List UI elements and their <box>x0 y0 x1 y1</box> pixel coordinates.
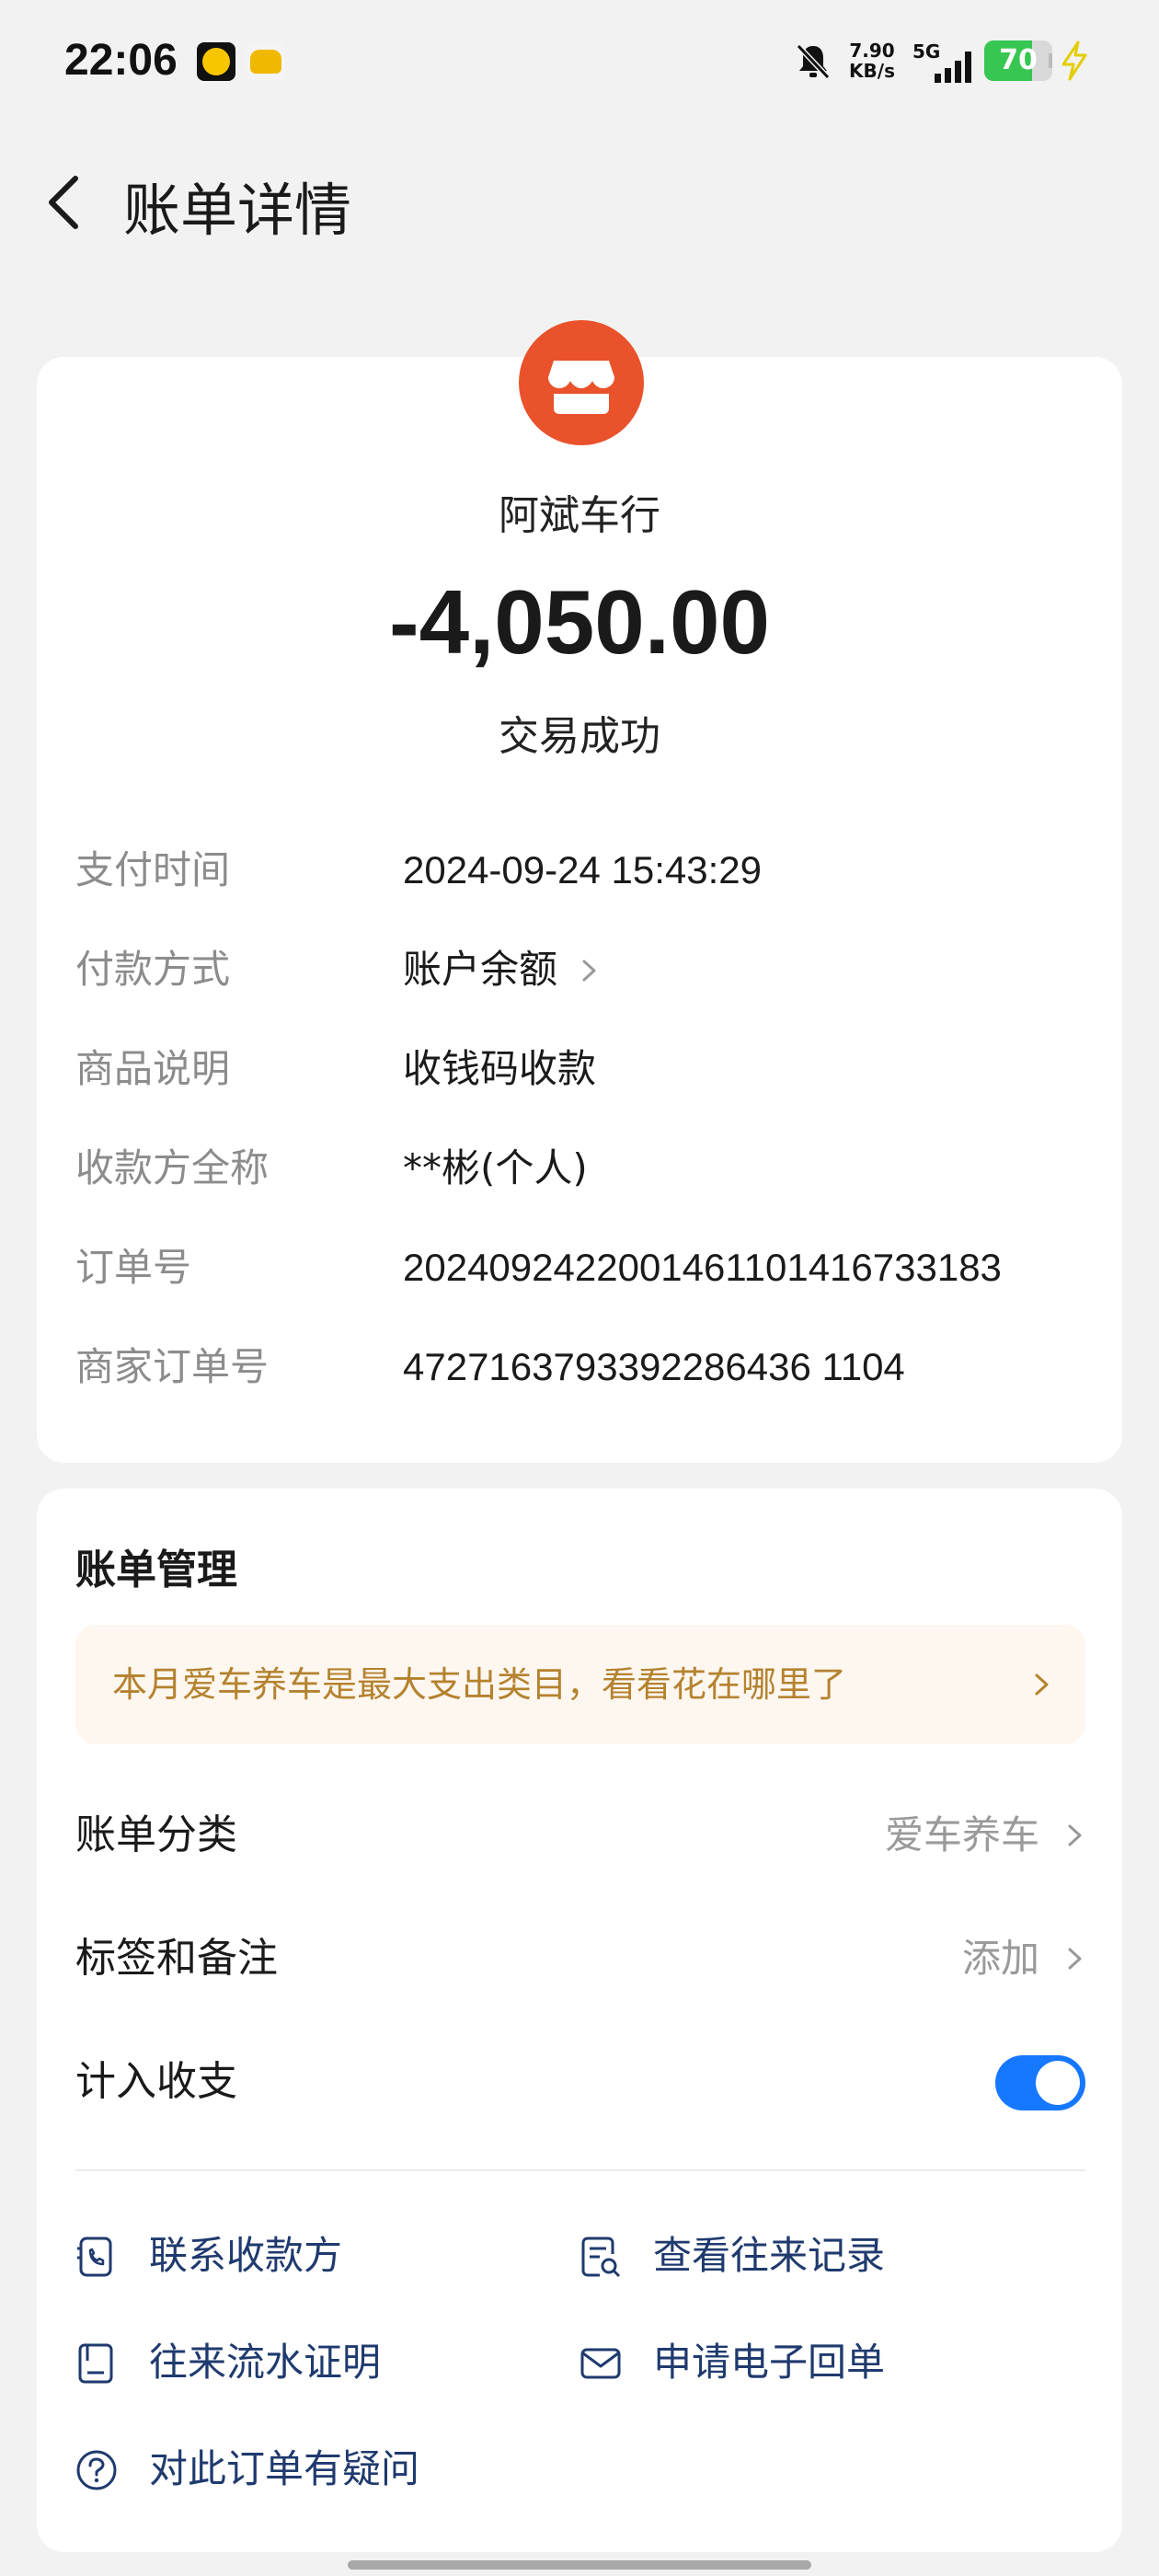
tags-add-value: 添加 <box>961 1936 1039 1981</box>
detail-label: 订单号 <box>75 1245 192 1290</box>
back-button[interactable] <box>33 166 107 239</box>
action-label: 联系收款方 <box>149 2233 343 2278</box>
detail-value: 账户余额 <box>403 947 558 992</box>
detail-label: 商品说明 <box>75 1046 231 1091</box>
chevron-right-icon <box>582 960 596 982</box>
status-bar: 22:06 7.90 KB/s 5G 70 <box>0 0 1159 129</box>
detail-row-merchant-order-number: 商家订单号 4727163793392286436 1104 <box>75 1330 1087 1404</box>
toggle-knob <box>1036 2061 1080 2105</box>
bill-management-card: 账单管理 本月爱车养车是最大支出类目，看看花在哪里了 账单分类 爱车养车 标签和… <box>37 1489 1122 2552</box>
include-in-stats-row: 计入收支 <box>75 2031 1085 2133</box>
electronic-receipt-button[interactable]: 申请电子回单 <box>580 2326 1021 2399</box>
phone-icon <box>77 2237 112 2277</box>
network-speed-value: 7.90 <box>849 40 895 62</box>
action-label: 申请电子回单 <box>653 2340 886 2385</box>
order-question-button[interactable]: 对此订单有疑问 <box>75 2432 591 2506</box>
battery-icon: 70 <box>984 40 1052 81</box>
network-speed: 7.90 KB/s <box>844 40 900 81</box>
tags-notes-row[interactable]: 标签和备注 添加 <box>75 1908 1085 2009</box>
transaction-status: 交易成功 <box>499 713 660 760</box>
battery-level: 70 <box>999 44 1038 76</box>
question-icon <box>76 2450 117 2490</box>
detail-label: 付款方式 <box>75 947 231 992</box>
home-indicator[interactable] <box>348 2560 811 2570</box>
detail-row-item-description: 商品说明 收钱码收款 <box>75 1032 1087 1106</box>
store-icon-glyph <box>548 361 614 414</box>
spending-insight-banner[interactable]: 本月爱车养车是最大支出类目，看看花在哪里了 <box>75 1625 1085 1744</box>
app-notification-icon-2 <box>247 42 285 81</box>
section-title: 账单管理 <box>75 1547 237 1593</box>
bill-summary-card: 阿斌车行 -4,050.00 交易成功 支付时间 2024-09-24 15:4… <box>37 320 1122 1463</box>
transaction-amount: -4,050.00 <box>388 571 771 673</box>
status-time: 22:06 <box>64 36 178 85</box>
detail-value: 4727163793392286436 1104 <box>403 1345 905 1388</box>
include-in-stats-toggle[interactable] <box>995 2055 1085 2110</box>
chevron-right-icon <box>1068 1948 1082 1970</box>
store-icon <box>519 320 644 445</box>
detail-row-payment-method[interactable]: 付款方式 账户余额 <box>75 933 1087 1006</box>
detail-row-payee-name: 收款方全称 **彬(个人) <box>75 1132 1087 1205</box>
setting-label: 标签和备注 <box>75 1935 278 1982</box>
detail-value: 2024-09-24 15:43:29 <box>403 848 762 891</box>
bill-category-row[interactable]: 账单分类 爱车养车 <box>75 1785 1085 1886</box>
statement-proof-button[interactable]: 往来流水证明 <box>75 2326 517 2399</box>
network-speed-unit: KB/s <box>849 60 895 82</box>
detail-label: 支付时间 <box>75 847 231 892</box>
bell-muted-icon <box>796 43 831 80</box>
detail-row-pay-time: 支付时间 2024-09-24 15:43:29 <box>75 834 1087 907</box>
detail-value: 2024092422001461101416733183 <box>403 1246 1002 1289</box>
bill-category-value: 爱车养车 <box>884 1812 1039 1857</box>
view-records-button[interactable]: 查看往来记录 <box>580 2219 1021 2293</box>
merchant-name: 阿斌车行 <box>499 492 660 539</box>
banner-text: 本月爱车养车是最大支出类目，看看花在哪里了 <box>112 1664 847 1705</box>
detail-label: 收款方全称 <box>75 1145 270 1190</box>
setting-label: 计入收支 <box>75 2058 237 2105</box>
app-notification-icon <box>197 42 235 81</box>
document-search-icon <box>581 2237 621 2278</box>
action-label: 对此订单有疑问 <box>149 2446 420 2491</box>
signal-icon <box>935 52 971 83</box>
action-label: 往来流水证明 <box>149 2340 382 2385</box>
chevron-right-icon <box>1068 1824 1082 1846</box>
action-label: 查看往来记录 <box>653 2233 886 2278</box>
detail-value: **彬(个人) <box>403 1145 588 1190</box>
envelope-icon <box>580 2348 621 2379</box>
page-title: 账单详情 <box>123 177 352 244</box>
divider <box>75 2169 1085 2171</box>
document-icon <box>78 2343 113 2384</box>
charging-icon <box>1061 40 1087 81</box>
detail-row-order-number: 订单号 2024092422001461101416733183 <box>75 1231 1087 1305</box>
header: 账单详情 <box>0 129 1159 276</box>
chevron-right-icon <box>1035 1673 1049 1696</box>
detail-label: 商家订单号 <box>75 1344 270 1389</box>
setting-label: 账单分类 <box>75 1811 237 1858</box>
detail-value: 收钱码收款 <box>403 1046 597 1091</box>
contact-payee-button[interactable]: 联系收款方 <box>75 2219 517 2293</box>
